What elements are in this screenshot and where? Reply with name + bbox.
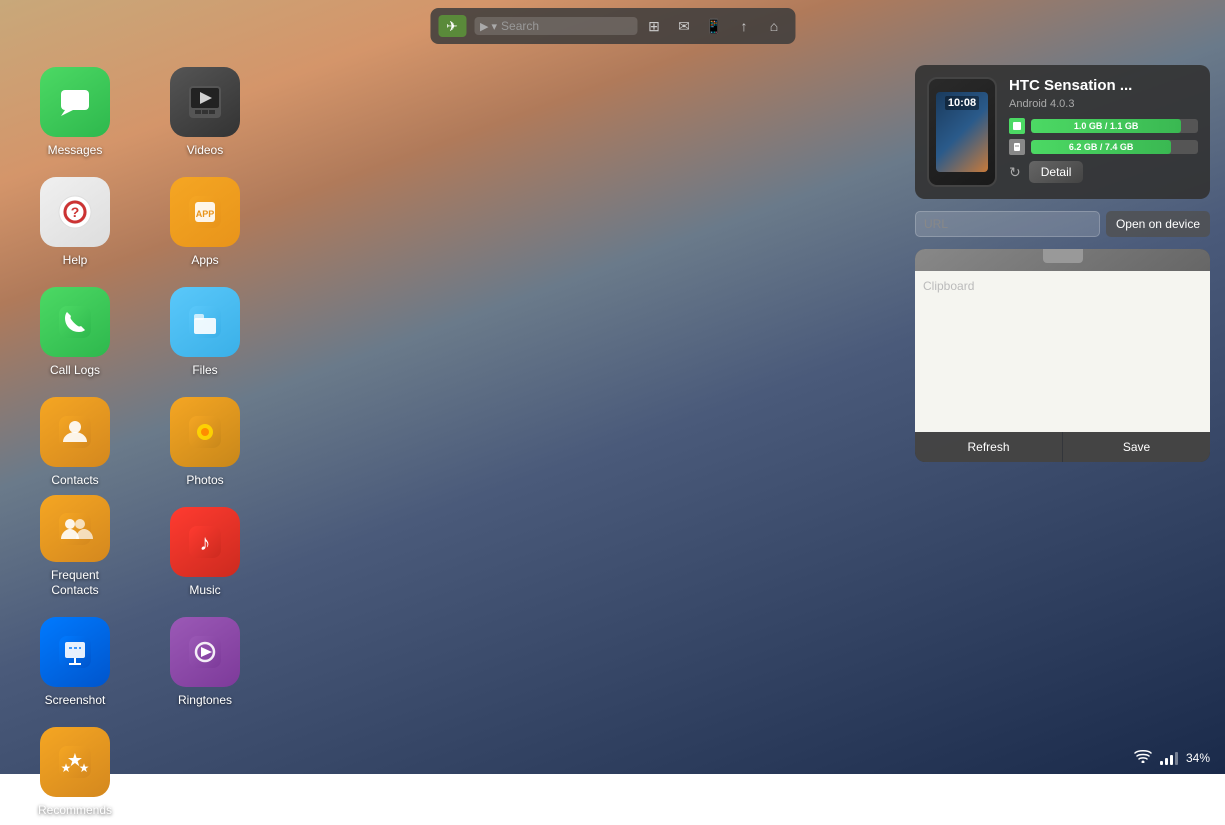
messages-icon <box>40 67 110 137</box>
search-input[interactable] <box>501 19 631 33</box>
files-icon <box>170 287 240 357</box>
photos-icon <box>170 397 240 467</box>
clipboard-body: Clipboard <box>915 271 1210 432</box>
detail-button[interactable]: Detail <box>1029 161 1084 183</box>
internal-storage-bar: 1.0 GB / 1.1 GB <box>1031 119 1198 133</box>
contacts-icon <box>40 397 110 467</box>
clipboard-textarea[interactable] <box>923 279 1202 419</box>
sd-storage-bar: 6.2 GB / 7.4 GB <box>1031 140 1198 154</box>
home-icon[interactable]: ⌂ <box>761 13 787 39</box>
open-on-device-button[interactable]: Open on device <box>1106 211 1210 237</box>
help-label: Help <box>63 253 88 267</box>
sd-storage-fill: 6.2 GB / 7.4 GB <box>1031 140 1171 154</box>
toolbar: ✈ ▶ ▾ ⊞ ✉ 📱 ↑ ⌂ <box>430 8 795 44</box>
app-item-ringtones[interactable]: Ringtones <box>140 605 270 715</box>
signal-bar-4 <box>1175 752 1178 765</box>
right-panel: 10:08 HTC Sensation ... Android 4.0.3 1.… <box>915 65 1210 462</box>
status-bar: 34% <box>1134 749 1210 766</box>
app-item-calllogs[interactable]: Call Logs <box>10 275 140 385</box>
svg-text:♪: ♪ <box>200 530 211 555</box>
battery-text: 34% <box>1186 751 1210 765</box>
app-grid: Messages Videos ? Help APP Apps Call Log… <box>10 55 270 825</box>
device-os: Android 4.0.3 <box>1009 98 1198 110</box>
photos-label: Photos <box>186 473 223 487</box>
svg-text:★: ★ <box>61 761 72 775</box>
clipboard-label: Clipboard <box>923 279 974 293</box>
freqcontacts-icon <box>40 495 110 562</box>
apps-icon: APP <box>170 177 240 247</box>
ringtones-icon <box>170 617 240 687</box>
signal-bar-3 <box>1170 755 1173 765</box>
app-item-music[interactable]: ♪ Music <box>140 495 270 605</box>
save-button[interactable]: Save <box>1063 432 1210 462</box>
sd-storage-row: 6.2 GB / 7.4 GB <box>1009 139 1198 155</box>
calllogs-icon <box>40 287 110 357</box>
files-label: Files <box>192 363 217 377</box>
app-item-messages[interactable]: Messages <box>10 55 140 165</box>
music-label: Music <box>189 583 220 597</box>
apps-label: Apps <box>191 253 218 267</box>
app-item-videos[interactable]: Videos <box>140 55 270 165</box>
grid-icon[interactable]: ⊞ <box>641 13 667 39</box>
device-clock: 10:08 <box>945 96 979 110</box>
app-item-contacts[interactable]: Contacts <box>10 385 140 495</box>
app-item-files[interactable]: Files <box>140 275 270 385</box>
phone-icon[interactable]: 📱 <box>701 13 727 39</box>
device-card: 10:08 HTC Sensation ... Android 4.0.3 1.… <box>915 65 1210 199</box>
messages-label: Messages <box>48 143 103 157</box>
internal-storage-fill: 1.0 GB / 1.1 GB <box>1031 119 1181 133</box>
upload-icon[interactable]: ↑ <box>731 13 757 39</box>
search-bar: ▶ ▾ <box>474 17 637 35</box>
search-dropdown[interactable]: ▶ ▾ <box>480 20 497 33</box>
signal-bar-2 <box>1165 758 1168 765</box>
device-refresh-icon[interactable]: ↻ <box>1009 164 1021 181</box>
signal-bar-1 <box>1160 761 1163 765</box>
svg-text:★: ★ <box>79 761 90 775</box>
clipboard-card: Clipboard Refresh Save <box>915 249 1210 462</box>
device-screen: 10:08 <box>936 92 988 172</box>
clipboard-header <box>915 249 1210 271</box>
app-item-help[interactable]: ? Help <box>10 165 140 275</box>
help-icon: ? <box>40 177 110 247</box>
app-item-photos[interactable]: Photos <box>140 385 270 495</box>
refresh-button[interactable]: Refresh <box>915 432 1062 462</box>
sd-storage-text: 6.2 GB / 7.4 GB <box>1065 142 1138 152</box>
device-name: HTC Sensation ... <box>1009 77 1198 94</box>
wifi-icon <box>1134 749 1152 766</box>
svg-text:APP: APP <box>196 209 215 219</box>
music-icon: ♪ <box>170 507 240 577</box>
app-item-screenshot[interactable]: Screenshot <box>10 605 140 715</box>
sd-storage-icon <box>1009 139 1025 155</box>
url-bar: Open on device <box>915 211 1210 237</box>
freqcontacts-label: FrequentContacts <box>51 568 99 597</box>
calllogs-label: Call Logs <box>50 363 100 377</box>
videos-label: Videos <box>187 143 223 157</box>
internal-storage-icon <box>1009 118 1025 134</box>
contacts-label: Contacts <box>51 473 98 487</box>
device-image: 10:08 <box>927 77 997 187</box>
clipboard-footer: Refresh Save <box>915 432 1210 462</box>
videos-icon <box>170 67 240 137</box>
app-item-freqcontacts[interactable]: FrequentContacts <box>10 495 140 605</box>
clipboard-clip <box>1043 249 1083 263</box>
internal-storage-text: 1.0 GB / 1.1 GB <box>1070 121 1143 131</box>
recommends-icon: ★★★ <box>40 727 110 797</box>
ringtones-label: Ringtones <box>178 693 232 707</box>
logo-icon[interactable]: ✈ <box>438 15 466 37</box>
internal-storage-row: 1.0 GB / 1.1 GB <box>1009 118 1198 134</box>
device-info: HTC Sensation ... Android 4.0.3 1.0 GB /… <box>1009 77 1198 187</box>
signal-bars <box>1160 751 1178 765</box>
device-actions: ↻ Detail <box>1009 161 1198 183</box>
app-item-apps[interactable]: APP Apps <box>140 165 270 275</box>
svg-text:?: ? <box>71 204 80 220</box>
url-input[interactable] <box>915 211 1100 237</box>
recommends-label: Recommends <box>38 803 112 817</box>
screenshot-icon <box>40 617 110 687</box>
screenshot-label: Screenshot <box>45 693 106 707</box>
mail-icon[interactable]: ✉ <box>671 13 697 39</box>
app-item-recommends[interactable]: ★★★ Recommends <box>10 715 140 825</box>
